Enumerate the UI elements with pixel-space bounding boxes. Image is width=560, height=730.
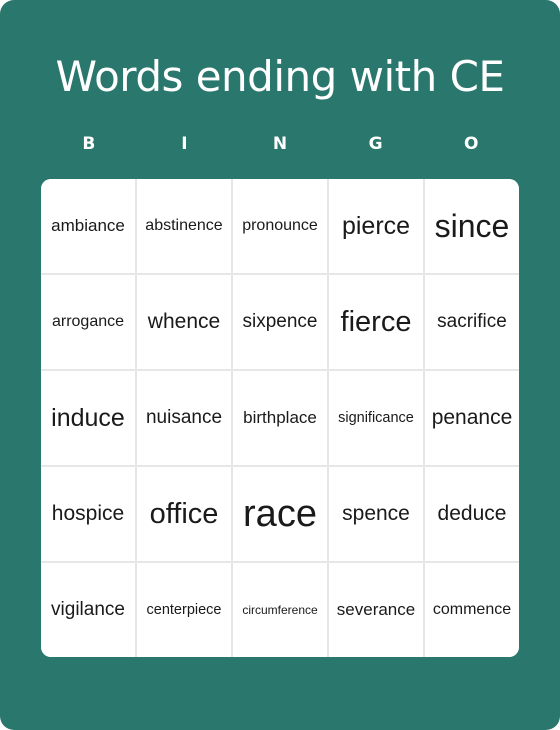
bingo-cell[interactable]: sixpence [233, 275, 327, 369]
bingo-grid: ambiance abstinence pronounce pierce sin… [41, 179, 519, 657]
bingo-cell[interactable]: commence [425, 563, 519, 657]
bingo-card: Words ending with CE B I N G O ambiance … [0, 0, 560, 730]
bingo-cell[interactable]: since [425, 179, 519, 273]
bingo-cell[interactable]: significance [329, 371, 423, 465]
header-letter-g: G [368, 134, 383, 154]
card-title: Words ending with CE [55, 52, 505, 101]
bingo-cell[interactable]: pronounce [233, 179, 327, 273]
bingo-cell[interactable]: penance [425, 371, 519, 465]
bingo-header: B I N G O [41, 134, 519, 158]
bingo-cell[interactable]: fierce [329, 275, 423, 369]
bingo-cell[interactable]: office [137, 467, 231, 561]
bingo-cell[interactable]: birthplace [233, 371, 327, 465]
bingo-cell[interactable]: vigilance [41, 563, 135, 657]
header-letter-b: B [82, 134, 96, 154]
bingo-cell[interactable]: induce [41, 371, 135, 465]
bingo-cell[interactable]: whence [137, 275, 231, 369]
bingo-cell[interactable]: pierce [329, 179, 423, 273]
bingo-cell[interactable]: deduce [425, 467, 519, 561]
bingo-cell[interactable]: sacrifice [425, 275, 519, 369]
bingo-cell[interactable]: circumference [233, 563, 327, 657]
bingo-cell[interactable]: centerpiece [137, 563, 231, 657]
bingo-cell[interactable]: race [233, 467, 327, 561]
bingo-cell[interactable]: nuisance [137, 371, 231, 465]
bingo-cell[interactable]: spence [329, 467, 423, 561]
header-letter-o: O [463, 134, 479, 154]
bingo-cell[interactable]: abstinence [137, 179, 231, 273]
header-letter-n: N [272, 134, 288, 154]
bingo-cell[interactable]: arrogance [41, 275, 135, 369]
bingo-cell[interactable]: severance [329, 563, 423, 657]
bingo-cell[interactable]: ambiance [41, 179, 135, 273]
bingo-cell[interactable]: hospice [41, 467, 135, 561]
header-letter-i: I [181, 134, 188, 154]
